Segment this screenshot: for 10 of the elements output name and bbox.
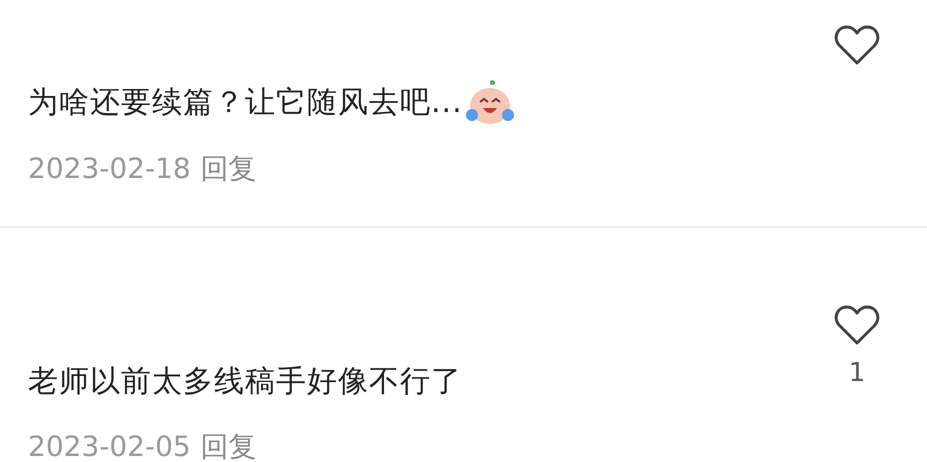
reply-link[interactable]: 回复 (200, 430, 257, 462)
comment-text: 为啥还要续篇？让它随风去吧... (28, 84, 463, 122)
comment-date: 2023-02-18 (28, 152, 191, 186)
heart-icon[interactable] (834, 304, 880, 346)
comment-date: 2023-02-05 (28, 430, 191, 462)
reply-link[interactable]: 回复 (200, 152, 257, 186)
heart-icon[interactable] (834, 24, 880, 66)
like-count: 1 (848, 358, 866, 388)
laughing-face-icon (464, 80, 515, 126)
comment-text: 老师以前太多线稿手好像不行了 (28, 363, 462, 401)
